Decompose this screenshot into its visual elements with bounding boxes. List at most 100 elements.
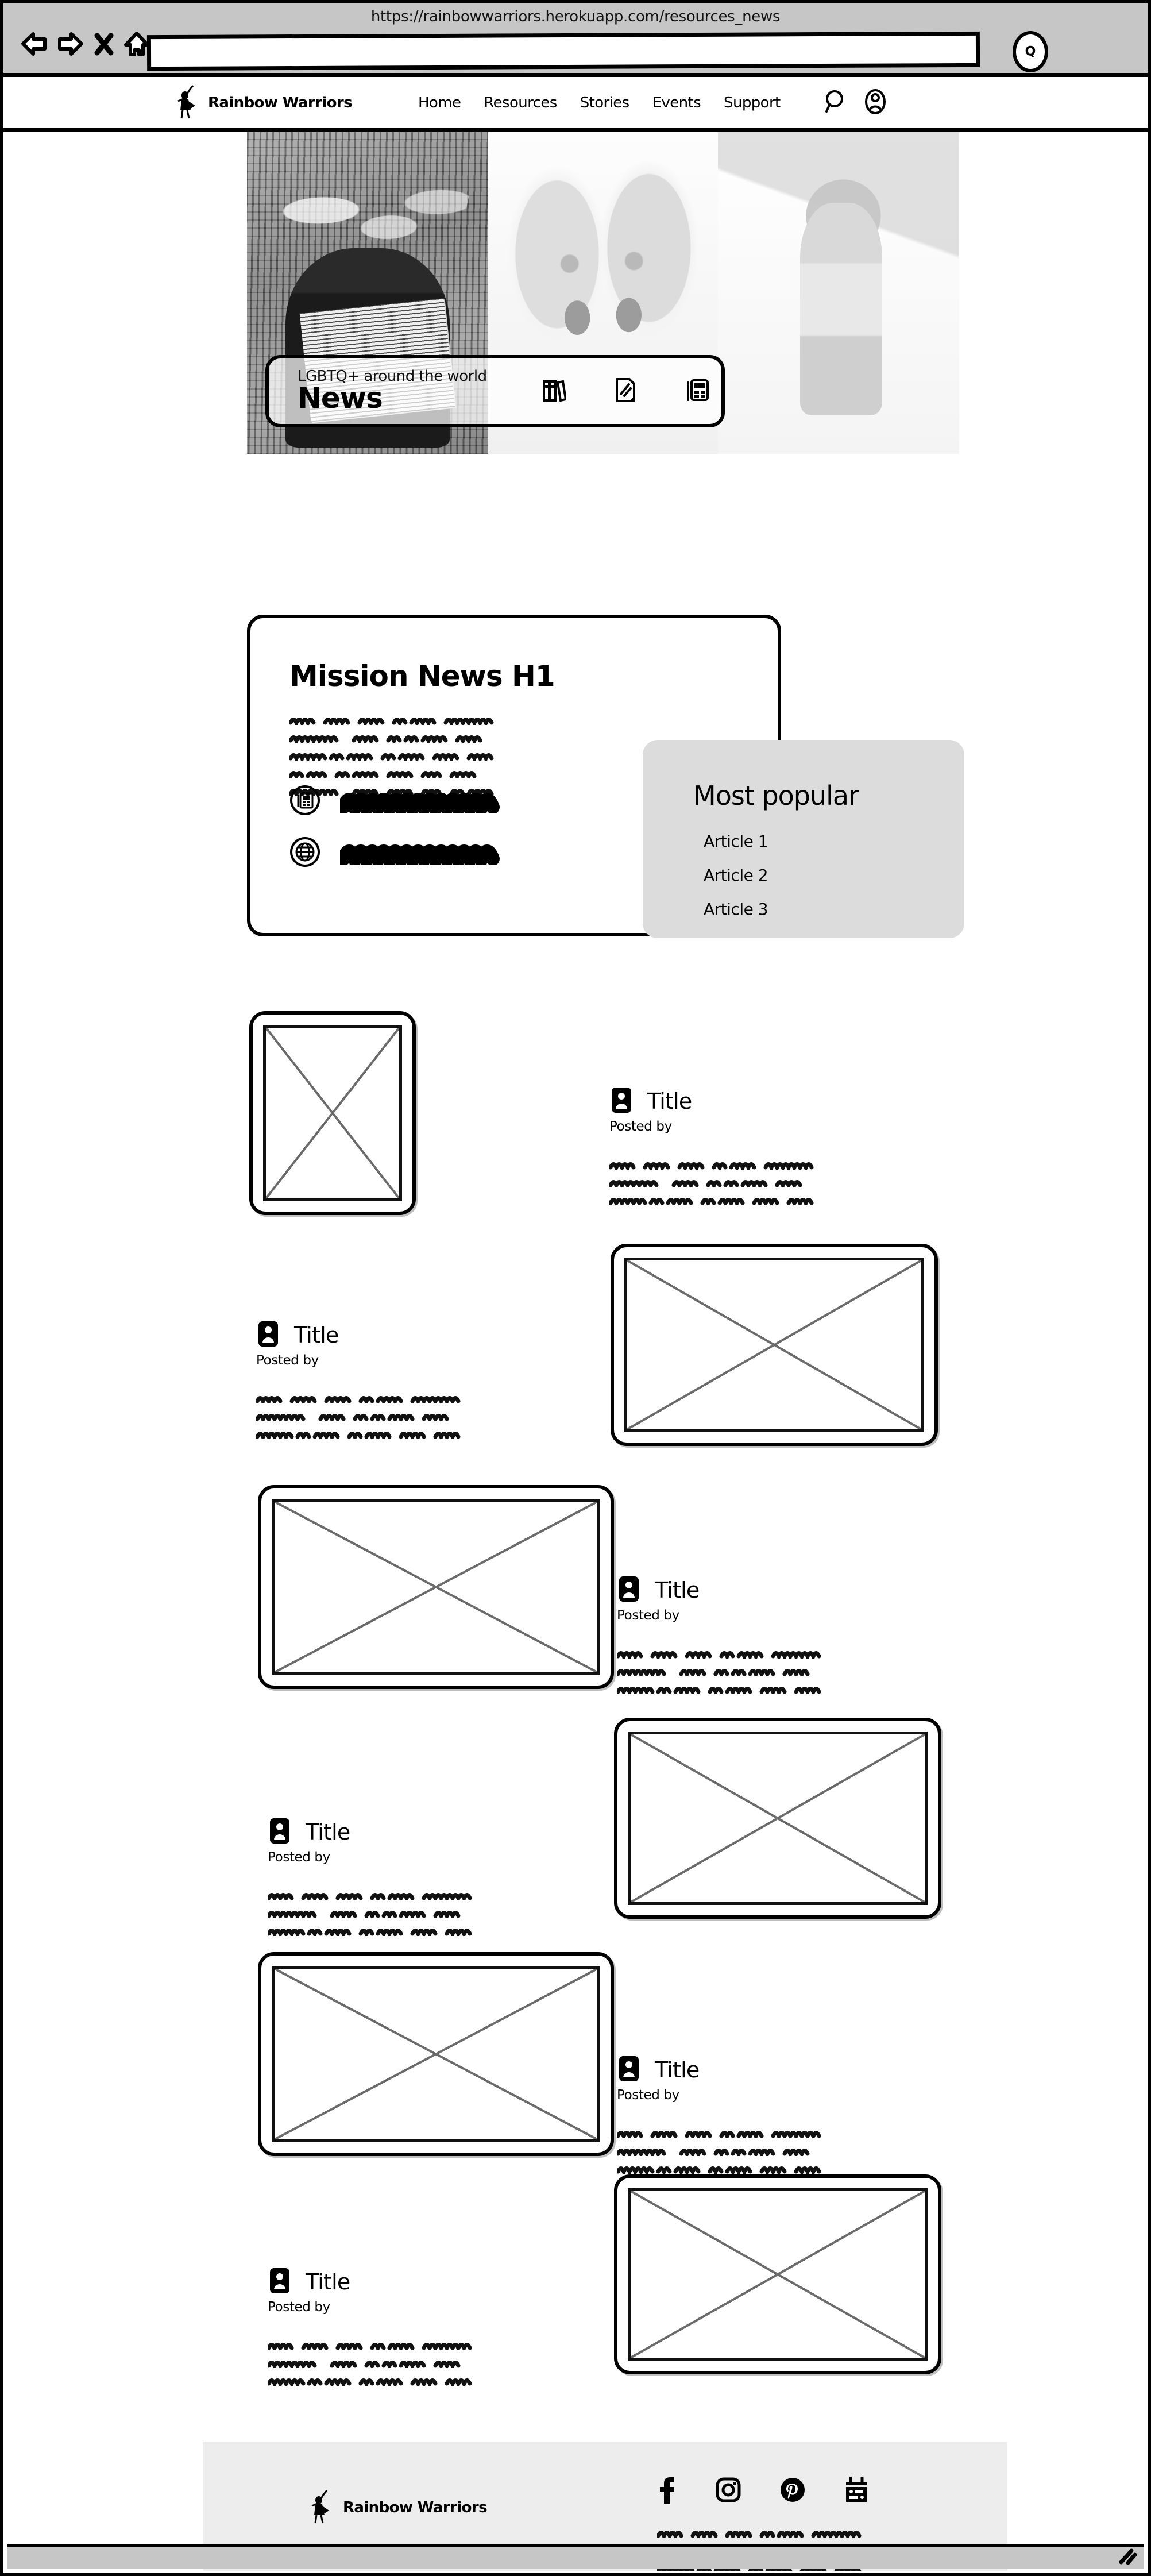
image-placeholder[interactable]	[614, 1718, 941, 1919]
nav-link-home[interactable]: Home	[418, 94, 461, 111]
article-text-block: Title Posted by	[268, 2266, 589, 2386]
most-popular-item[interactable]: Article 2	[704, 866, 768, 885]
scribble-line	[268, 2378, 472, 2386]
scribble-line	[609, 1162, 814, 1170]
article-text-block: Title Posted by	[609, 1086, 943, 1205]
article-posted-by: Posted by	[617, 2088, 679, 2103]
image-placeholder[interactable]	[258, 1485, 614, 1689]
home-icon[interactable]	[124, 31, 149, 57]
article-excerpt	[617, 1648, 950, 1694]
footer-social-links	[657, 2476, 868, 2506]
browser-search-button[interactable]: Q	[1013, 31, 1048, 72]
newspaper-circle-icon	[289, 785, 320, 818]
article-row: Title Posted by	[3, 1485, 1148, 1694]
back-arrow-icon[interactable]	[21, 32, 47, 57]
article-title[interactable]: Title	[294, 1322, 339, 1348]
nav-link-resources[interactable]: Resources	[484, 94, 557, 111]
article-title[interactable]: Title	[306, 1819, 350, 1845]
scribble-line	[617, 1669, 810, 1676]
scribble-line	[289, 771, 477, 778]
scribble-bold	[340, 844, 500, 865]
user-badge-icon	[256, 1320, 280, 1351]
article-excerpt	[617, 2128, 950, 2174]
most-popular-item[interactable]: Article 3	[704, 900, 768, 919]
resize-grip-icon[interactable]	[1115, 2547, 1138, 2565]
user-badge-icon	[617, 1575, 641, 1606]
user-badge-icon	[268, 1817, 292, 1848]
scribble-bold	[340, 793, 500, 813]
scribble-line	[617, 2131, 821, 2138]
browser-window: https://rainbowwarriors.herokuapp.com/re…	[0, 0, 1151, 2576]
hero-title: News	[298, 381, 383, 415]
scribble-line	[256, 1414, 449, 1421]
article-excerpt	[609, 1159, 943, 1205]
scribble-line	[617, 1651, 821, 1659]
browser-toolbar: https://rainbowwarriors.herokuapp.com/re…	[3, 3, 1148, 77]
article-row: Title Posted by	[3, 1952, 1148, 2174]
nav-links: Home Resources Stories Events Support	[418, 94, 781, 111]
nav-link-events[interactable]: Events	[652, 94, 701, 111]
page-content: LGBTQ+ around the world News Mission New…	[3, 132, 1148, 2571]
article-title[interactable]: Title	[306, 2269, 350, 2295]
scribble-line	[617, 2166, 821, 2174]
article-title[interactable]: Title	[647, 1089, 692, 1114]
scribble-line	[617, 1687, 821, 1694]
article-text-block: Title Posted by	[268, 1817, 589, 1936]
nav-link-support[interactable]: Support	[724, 94, 781, 111]
image-placeholder[interactable]	[614, 2174, 941, 2374]
article-posted-by: Posted by	[617, 1608, 679, 1623]
close-x-icon[interactable]	[94, 32, 114, 56]
article-title[interactable]: Title	[655, 2057, 700, 2083]
most-popular-title: Most popular	[693, 780, 859, 811]
scribble-line	[609, 1198, 814, 1205]
search-icon: Q	[1025, 44, 1036, 59]
article-posted-by: Posted by	[256, 1353, 319, 1368]
mission-feature-rows	[289, 785, 512, 888]
hero-category-icons	[542, 377, 710, 406]
brand-name: Rainbow Warriors	[208, 94, 353, 111]
scribble-line	[268, 1929, 472, 1936]
pinterest-icon[interactable]	[780, 2477, 805, 2505]
image-placeholder[interactable]	[611, 1244, 938, 1446]
document-icon[interactable]	[615, 377, 636, 406]
user-account-icon[interactable]	[864, 88, 886, 117]
article-excerpt	[268, 1890, 589, 1936]
scribble-line	[289, 735, 482, 743]
article-text-block: Title Posted by	[617, 2054, 950, 2174]
scribble-line	[289, 718, 494, 725]
calendar-icon[interactable]	[844, 2476, 868, 2505]
forward-arrow-icon[interactable]	[57, 32, 84, 57]
scribble-line	[256, 1432, 461, 1439]
article-row: Title Posted by	[3, 1718, 1148, 1936]
address-bar-input[interactable]	[146, 31, 980, 71]
hero-banner: LGBTQ+ around the world News	[247, 132, 959, 454]
most-popular-panel: Most popular Article 1 Article 2 Article…	[643, 740, 964, 938]
mission-paragraph	[289, 715, 588, 796]
nav-link-stories[interactable]: Stories	[580, 94, 629, 111]
article-excerpt	[268, 2340, 589, 2386]
hero-image-3	[718, 132, 959, 454]
article-excerpt	[256, 1393, 578, 1439]
warrior-flag-logo-icon	[176, 84, 201, 122]
facebook-icon[interactable]	[657, 2476, 677, 2506]
browser-nav-buttons	[21, 31, 149, 57]
article-title[interactable]: Title	[655, 1578, 700, 1603]
most-popular-item[interactable]: Article 1	[704, 832, 768, 851]
scribble-line	[268, 1911, 461, 1918]
image-placeholder[interactable]	[249, 1011, 416, 1215]
search-icon[interactable]	[824, 90, 847, 116]
newspaper-icon[interactable]	[685, 377, 710, 406]
instagram-icon[interactable]	[716, 2477, 741, 2505]
article-text-block: Title Posted by	[617, 1575, 950, 1694]
most-popular-list: Article 1 Article 2 Article 3	[704, 832, 768, 934]
user-badge-icon	[268, 2266, 292, 2297]
browser-status-bar	[7, 2544, 1144, 2569]
article-row: Title Posted by	[3, 2174, 1148, 2386]
books-icon[interactable]	[542, 377, 567, 406]
brand-logo-link[interactable]: Rainbow Warriors	[176, 84, 353, 122]
scribble-line	[657, 2531, 862, 2538]
image-placeholder[interactable]	[258, 1952, 614, 2156]
article-posted-by: Posted by	[268, 1850, 330, 1865]
footer-brand[interactable]: Rainbow Warriors	[310, 2489, 488, 2527]
scribble-line	[617, 2149, 810, 2156]
